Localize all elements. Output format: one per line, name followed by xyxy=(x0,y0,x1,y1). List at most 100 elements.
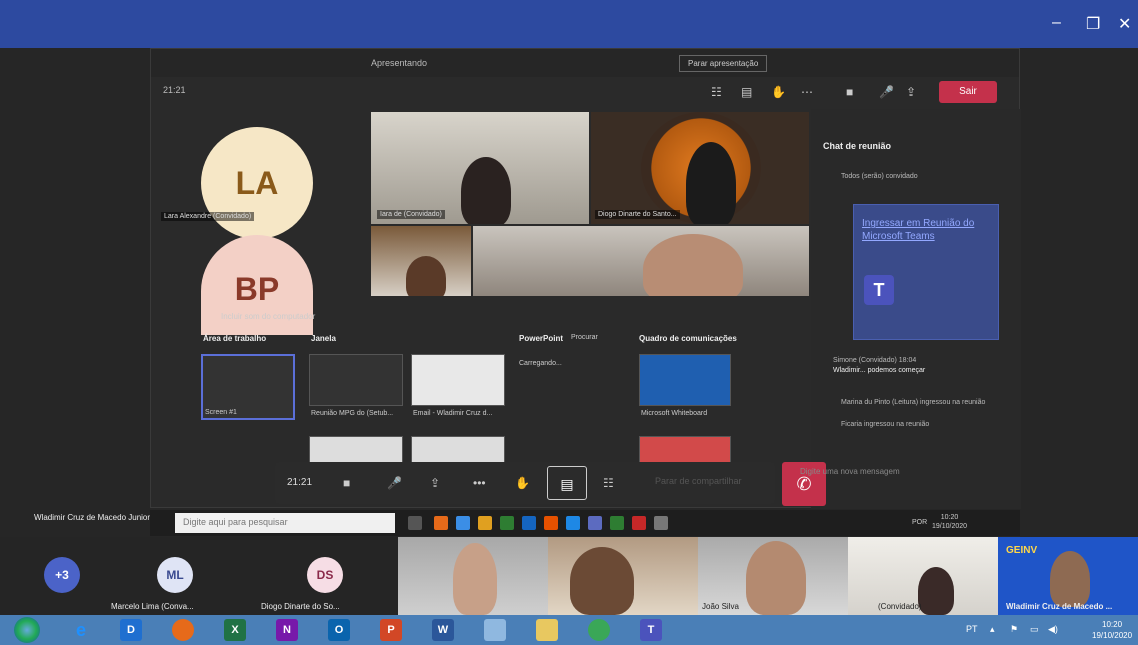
share-icon[interactable]: ⇪ xyxy=(906,85,916,99)
meeting-chat-panel: Chat de reunião Todos (serão) convidado … xyxy=(811,109,1021,509)
maximize-button[interactable]: ❐ xyxy=(1086,14,1100,34)
pdf-icon[interactable] xyxy=(632,516,646,530)
join-meeting-link[interactable]: Ingressar em Reunião do Microsoft Teams xyxy=(862,217,992,243)
chrome-icon[interactable] xyxy=(478,516,492,530)
participant-tile: João Silva xyxy=(698,537,848,615)
participant-video xyxy=(570,547,634,615)
chat-toggle-button[interactable]: ▤ xyxy=(547,466,587,500)
start-button[interactable] xyxy=(14,617,40,643)
geinv-badge: GEINV xyxy=(1006,545,1038,556)
language-indicator[interactable]: PT xyxy=(966,624,978,634)
whiteboard-thumbnail[interactable] xyxy=(639,354,731,406)
app-icon[interactable] xyxy=(522,516,536,530)
window-thumbnail[interactable] xyxy=(411,354,505,406)
share-tray-icon[interactable]: ⇪ xyxy=(430,476,440,490)
system-clock[interactable]: 10:20 19/10/2020 xyxy=(1092,619,1132,641)
chat-system-message: Todos (serão) convidado xyxy=(841,173,918,180)
stop-sharing-button[interactable]: Parar de compartilhar xyxy=(655,476,742,486)
participants-toggle-icon[interactable]: ☷ xyxy=(603,476,614,490)
excel-icon[interactable]: X xyxy=(224,619,246,641)
presenting-label: Apresentando xyxy=(371,58,428,68)
participant-video xyxy=(406,256,446,296)
share-top-bar: Apresentando 21:21 Parar apresentação xyxy=(151,49,1019,95)
inner-clock: 10:20 19/10/2020 xyxy=(932,514,968,530)
participant-video xyxy=(461,157,511,224)
chat-title: Chat de reunião xyxy=(823,141,892,151)
app-icon[interactable] xyxy=(456,516,470,530)
presenter-name: Wladimir Cruz de Macedo Junior xyxy=(34,513,151,522)
mic-icon[interactable]: 🎤 xyxy=(879,85,894,99)
outlook-icon[interactable]: O xyxy=(328,619,350,641)
close-button[interactable]: ✕ xyxy=(1118,14,1131,34)
window-title-bar: – ❐ ✕ xyxy=(0,0,1138,48)
participants-strip: +3 ML Marcelo Lima (Conva... DS Diogo Di… xyxy=(0,537,1138,615)
network-icon[interactable]: ▭ xyxy=(1030,624,1039,635)
thumbnail-label: Reunião MPG do (Setub... xyxy=(311,410,394,417)
participant-video xyxy=(453,543,497,615)
minimize-button[interactable]: – xyxy=(1052,14,1061,32)
chrome-icon[interactable] xyxy=(588,619,610,641)
camera-icon[interactable]: ■ xyxy=(846,85,853,99)
taskbar-search[interactable]: Digite aqui para pesquisar xyxy=(175,513,395,533)
thumbnail-label: Microsoft Whiteboard xyxy=(641,410,708,417)
chat-author: Simone (Convidado) 18:04 xyxy=(833,357,917,364)
firefox-icon[interactable] xyxy=(172,619,194,641)
stop-presenting-button[interactable]: Parar apresentação xyxy=(679,55,768,72)
teams-logo-icon: T xyxy=(864,275,894,305)
video-tile xyxy=(473,226,809,296)
window-thumbnail[interactable] xyxy=(309,354,403,406)
shared-taskbar: Digite aqui para pesquisar POR 10:20 19/… xyxy=(150,510,1020,536)
app-icon[interactable] xyxy=(566,516,580,530)
include-audio-toggle[interactable]: Incluir som do computador xyxy=(221,312,315,321)
chat-icon[interactable]: ▤ xyxy=(741,85,752,99)
participant-name: (Convidado) xyxy=(878,602,922,611)
raise-hand-icon[interactable]: ✋ xyxy=(515,476,530,490)
video-tile: Diogo Dinarte do Santo... xyxy=(591,112,809,224)
thumbnail-label: Email - Wladimir Cruz d... xyxy=(413,410,493,417)
more-icon[interactable]: ⋯ xyxy=(801,85,813,99)
word-icon[interactable]: W xyxy=(432,619,454,641)
chat-message-text: Wladimir... podemos começar xyxy=(833,367,926,374)
raise-hand-icon[interactable]: ✋ xyxy=(771,85,786,99)
tray-arrow-icon[interactable]: ▴ xyxy=(990,624,995,635)
meeting-invite-card[interactable]: Ingressar em Reunião do Microsoft Teams … xyxy=(853,204,999,340)
app-icon[interactable] xyxy=(484,619,506,641)
teams-icon[interactable] xyxy=(588,516,602,530)
more-participants-badge[interactable]: +3 xyxy=(44,557,80,593)
meeting-controls: 21:21 ■ 🎤 ⇪ ••• ✋ ▤ ☷ Parar de compartil… xyxy=(275,462,775,504)
language-indicator: POR xyxy=(912,519,928,526)
app-icon[interactable] xyxy=(654,516,668,530)
mic-off-icon[interactable]: 🎤 xyxy=(387,476,402,490)
leave-button[interactable]: Sair xyxy=(939,81,997,103)
participant-tile: GEINV Wladimir Cruz de Macedo ... xyxy=(998,537,1138,615)
volume-icon[interactable]: ◀) xyxy=(1048,624,1058,635)
more-actions-icon[interactable]: ••• xyxy=(473,476,486,490)
app-icon[interactable]: D xyxy=(120,619,142,641)
participant-tile: (Convidado) xyxy=(848,537,998,615)
flag-icon[interactable]: ⚑ xyxy=(1010,624,1018,635)
picker-header: PowerPoint xyxy=(519,334,564,343)
excel-icon[interactable] xyxy=(610,516,624,530)
app-icon[interactable] xyxy=(544,516,558,530)
teams-icon[interactable]: T xyxy=(640,619,662,641)
app-icon[interactable] xyxy=(500,516,514,530)
powerpoint-icon[interactable]: P xyxy=(380,619,402,641)
chat-input[interactable]: Digite uma nova mensagem xyxy=(800,462,1000,482)
firefox-icon[interactable] xyxy=(434,516,448,530)
participant-video xyxy=(918,567,954,615)
participant-tile: DS Diogo Dinarte do So... xyxy=(255,537,395,615)
participant-name: Iara de (Convidado) xyxy=(377,210,445,219)
video-tile: Iara de (Convidado) xyxy=(371,112,589,224)
folder-icon[interactable] xyxy=(536,619,558,641)
thumbnail-label: Screen #1 xyxy=(205,409,237,416)
participant-name: Lara Alexandre (Convidado) xyxy=(161,212,255,221)
chat-event: Marina du Pinto (Leitura) ingressou na r… xyxy=(841,399,986,406)
browse-link[interactable]: Procurar xyxy=(571,334,598,341)
internet-explorer-icon[interactable]: e xyxy=(70,619,92,641)
task-view-icon[interactable] xyxy=(408,516,422,530)
loading-text: Carregando... xyxy=(519,360,562,367)
participants-icon[interactable]: ☷ xyxy=(711,85,722,99)
camera-off-icon[interactable]: ■ xyxy=(343,476,350,490)
participant-video xyxy=(1050,551,1090,607)
onenote-icon[interactable]: N xyxy=(276,619,298,641)
